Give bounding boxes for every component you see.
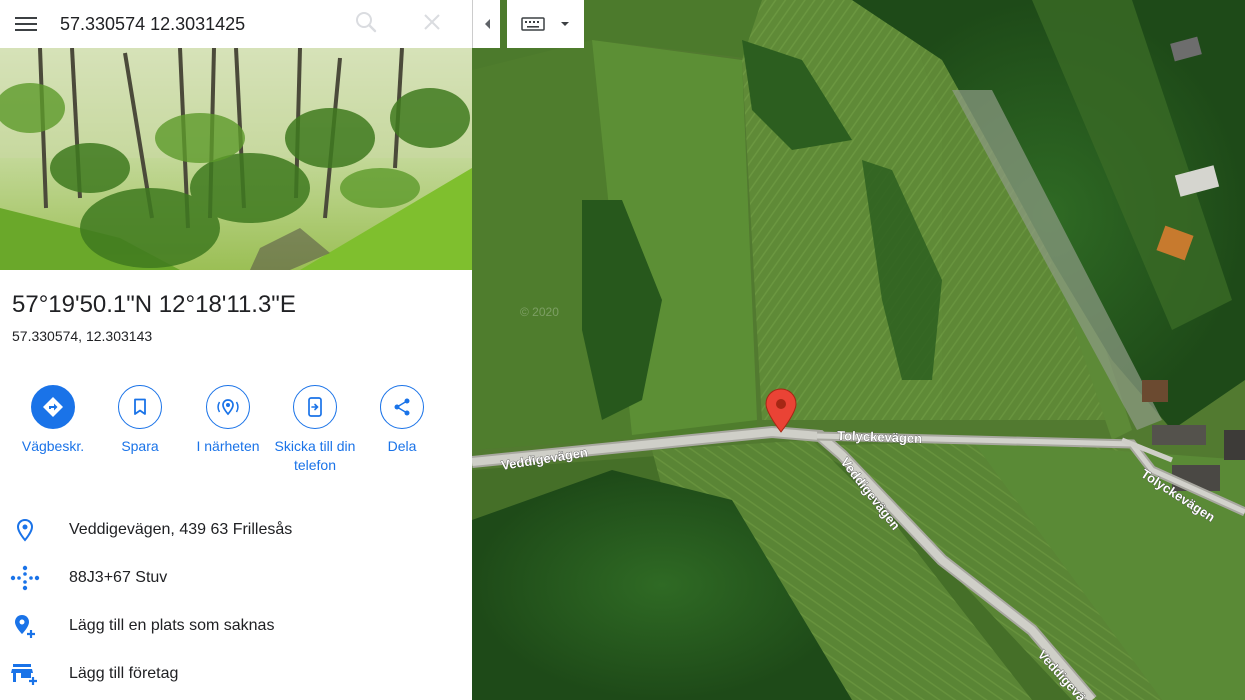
send-to-phone-button[interactable]: Skicka till din telefon bbox=[270, 385, 360, 475]
side-panel: 57°19'50.1"N 12°18'11.3"E 57.330574, 12.… bbox=[0, 0, 472, 700]
add-business-text: Lägg till företag bbox=[69, 665, 179, 682]
place-photo[interactable] bbox=[0, 48, 472, 270]
collapse-panel-button[interactable] bbox=[472, 0, 500, 48]
bookmark-icon bbox=[118, 385, 162, 429]
place-title: 57°19'50.1"N 12°18'11.3"E bbox=[12, 291, 296, 318]
save-label: Spara bbox=[121, 438, 159, 454]
directions-label: Vägbeskr. bbox=[21, 438, 85, 454]
input-tools-button[interactable] bbox=[507, 0, 584, 48]
address-text: Veddigevägen, 439 63 Frillesås bbox=[69, 521, 293, 538]
address-row[interactable]: Veddigevägen, 439 63 Frillesås bbox=[0, 510, 472, 550]
satellite-map[interactable]: Veddigevägen Tolyckevägen Veddigevägen T… bbox=[472, 0, 1245, 700]
plus-code-text: 88J3+67 Stuv bbox=[69, 569, 168, 586]
search-bar bbox=[0, 0, 472, 48]
place-decimal-coordinates[interactable]: 57.330574, 12.303143 bbox=[12, 328, 152, 344]
plus-code-icon bbox=[10, 564, 40, 592]
chevron-down-icon bbox=[561, 22, 570, 26]
road-label: Tolyckevägen bbox=[837, 428, 923, 446]
search-input[interactable] bbox=[60, 8, 340, 40]
nearby-icon bbox=[206, 385, 250, 429]
location-pin-icon bbox=[10, 516, 40, 544]
send-to-phone-icon bbox=[293, 385, 337, 429]
add-location-icon bbox=[10, 612, 40, 640]
send-to-phone-label: Skicka till din telefon bbox=[274, 438, 356, 473]
close-icon[interactable] bbox=[418, 8, 446, 36]
add-business-row[interactable]: Lägg till företag bbox=[0, 654, 472, 694]
share-icon bbox=[380, 385, 424, 429]
nearby-label: I närheten bbox=[196, 438, 260, 454]
menu-icon[interactable] bbox=[6, 4, 46, 44]
directions-icon bbox=[31, 385, 75, 429]
add-place-row[interactable]: Lägg till en plats som saknas bbox=[0, 606, 472, 646]
nearby-button[interactable]: I närheten bbox=[183, 385, 273, 456]
search-icon[interactable] bbox=[352, 8, 380, 36]
share-label: Dela bbox=[387, 438, 417, 454]
map-watermark: © 2020 bbox=[520, 305, 559, 319]
add-business-icon bbox=[10, 660, 40, 688]
plus-code-row[interactable]: 88J3+67 Stuv bbox=[0, 558, 472, 598]
directions-button[interactable]: Vägbeskr. bbox=[8, 385, 98, 456]
chevron-left-icon bbox=[484, 19, 490, 29]
add-place-text: Lägg till en plats som saknas bbox=[69, 617, 275, 634]
save-button[interactable]: Spara bbox=[95, 385, 185, 456]
share-button[interactable]: Dela bbox=[357, 385, 447, 456]
keyboard-icon bbox=[521, 17, 545, 31]
